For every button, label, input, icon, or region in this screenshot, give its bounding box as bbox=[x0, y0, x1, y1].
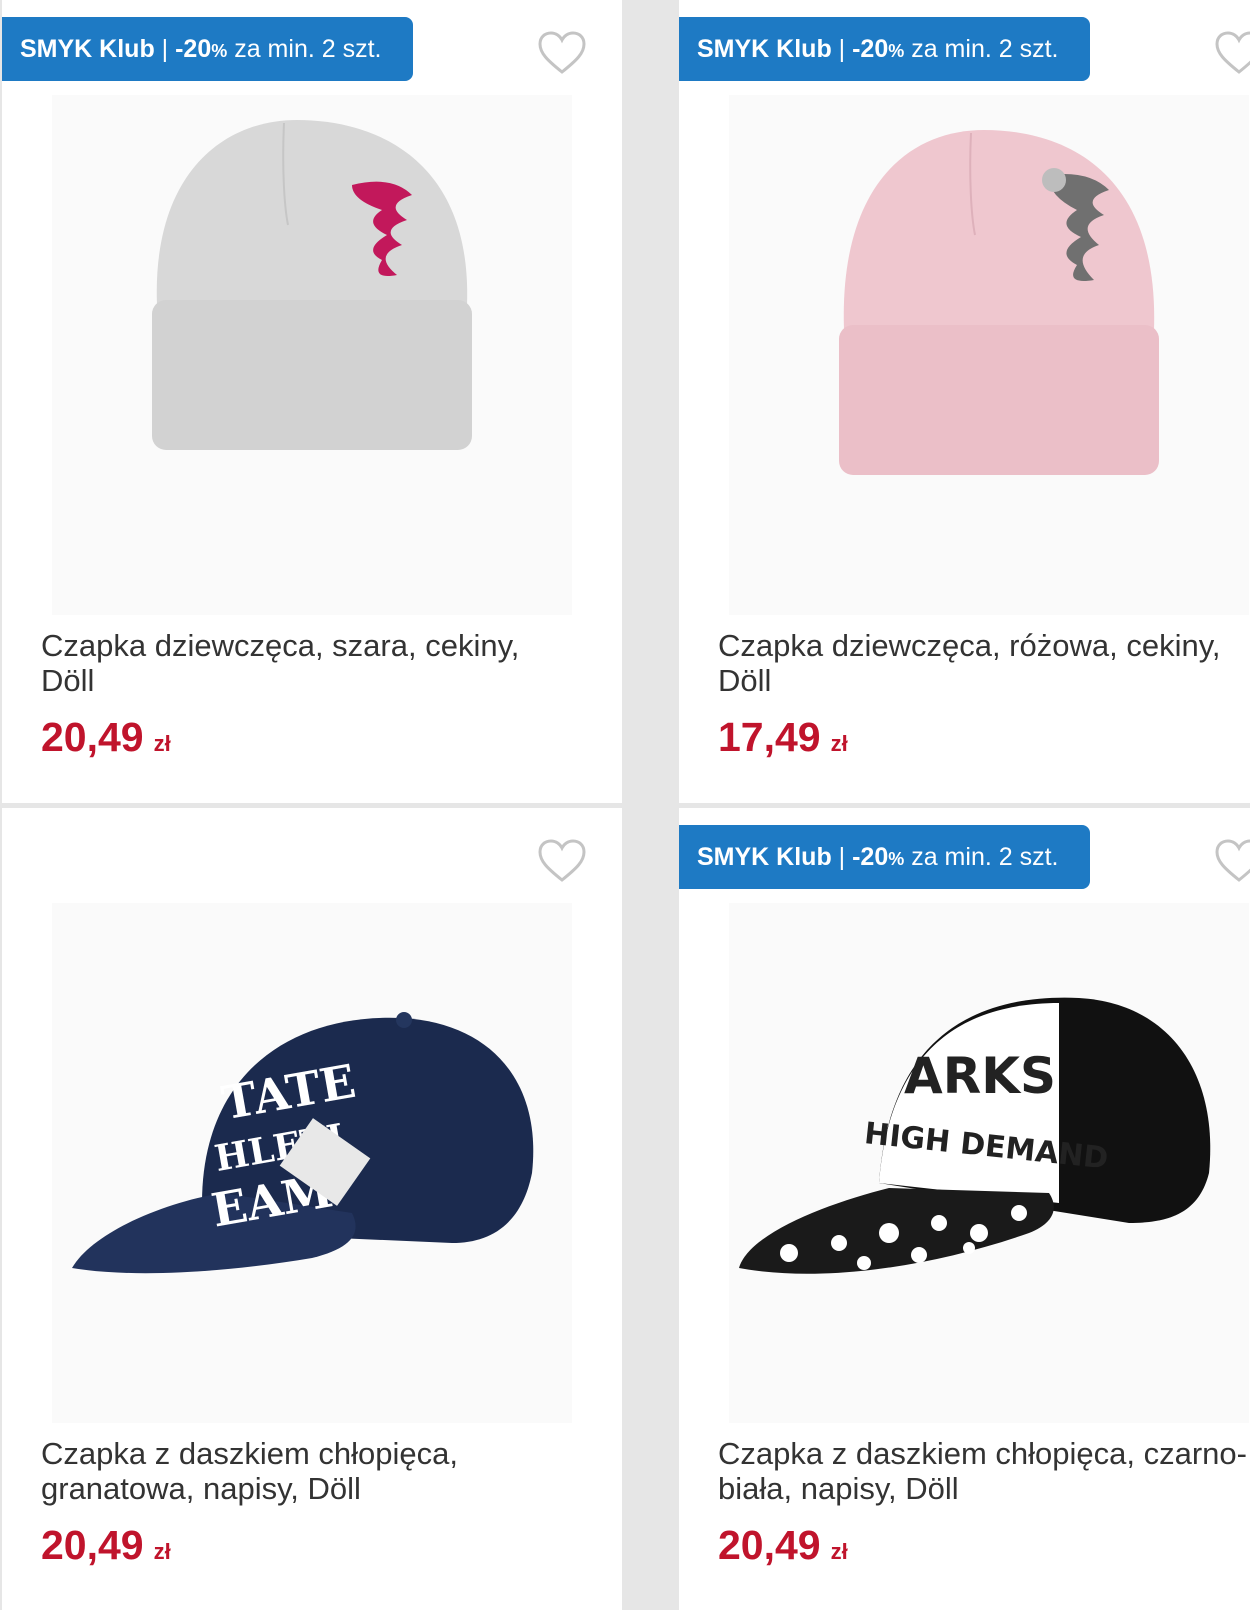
product-price: 17,49 zł bbox=[718, 714, 848, 760]
favorite-heart-icon[interactable] bbox=[537, 30, 587, 76]
product-title[interactable]: Czapka z daszkiem chłopięca, czarno-biał… bbox=[718, 1436, 1250, 1506]
product-card[interactable]: TATE HLETI EAM Czapka z daszkiem chłopię… bbox=[2, 808, 622, 1610]
product-card[interactable]: SMYK Klub | -20% za min. 2 szt. Czapka d… bbox=[679, 0, 1250, 803]
favorite-heart-icon[interactable] bbox=[1214, 838, 1250, 884]
svg-text:ARKS: ARKS bbox=[904, 1047, 1056, 1105]
product-price: 20,49 zł bbox=[41, 1522, 171, 1568]
product-image[interactable]: TATE HLETI EAM bbox=[52, 903, 572, 1423]
smyk-klub-badge: SMYK Klub | -20% za min. 2 szt. bbox=[2, 17, 413, 81]
product-image[interactable] bbox=[52, 95, 572, 615]
smyk-klub-badge: SMYK Klub | -20% za min. 2 szt. bbox=[679, 825, 1090, 889]
product-image[interactable]: ARKS HIGH DEMAND bbox=[729, 903, 1249, 1423]
favorite-heart-icon[interactable] bbox=[1214, 30, 1250, 76]
smyk-klub-badge: SMYK Klub | -20% za min. 2 szt. bbox=[679, 17, 1090, 81]
product-image[interactable] bbox=[729, 95, 1249, 615]
product-card[interactable]: SMYK Klub | -20% za min. 2 szt. Czapka d… bbox=[2, 0, 622, 803]
product-card[interactable]: SMYK Klub | -20% za min. 2 szt. ARKS HIG… bbox=[679, 808, 1250, 1610]
product-title[interactable]: Czapka dziewczęca, różowa, cekiny, Döll bbox=[718, 628, 1250, 698]
product-title[interactable]: Czapka dziewczęca, szara, cekiny, Döll bbox=[41, 628, 581, 698]
product-title[interactable]: Czapka z daszkiem chłopięca, granatowa, … bbox=[41, 1436, 581, 1506]
favorite-heart-icon[interactable] bbox=[537, 838, 587, 884]
product-price: 20,49 zł bbox=[41, 714, 171, 760]
product-price: 20,49 zł bbox=[718, 1522, 848, 1568]
